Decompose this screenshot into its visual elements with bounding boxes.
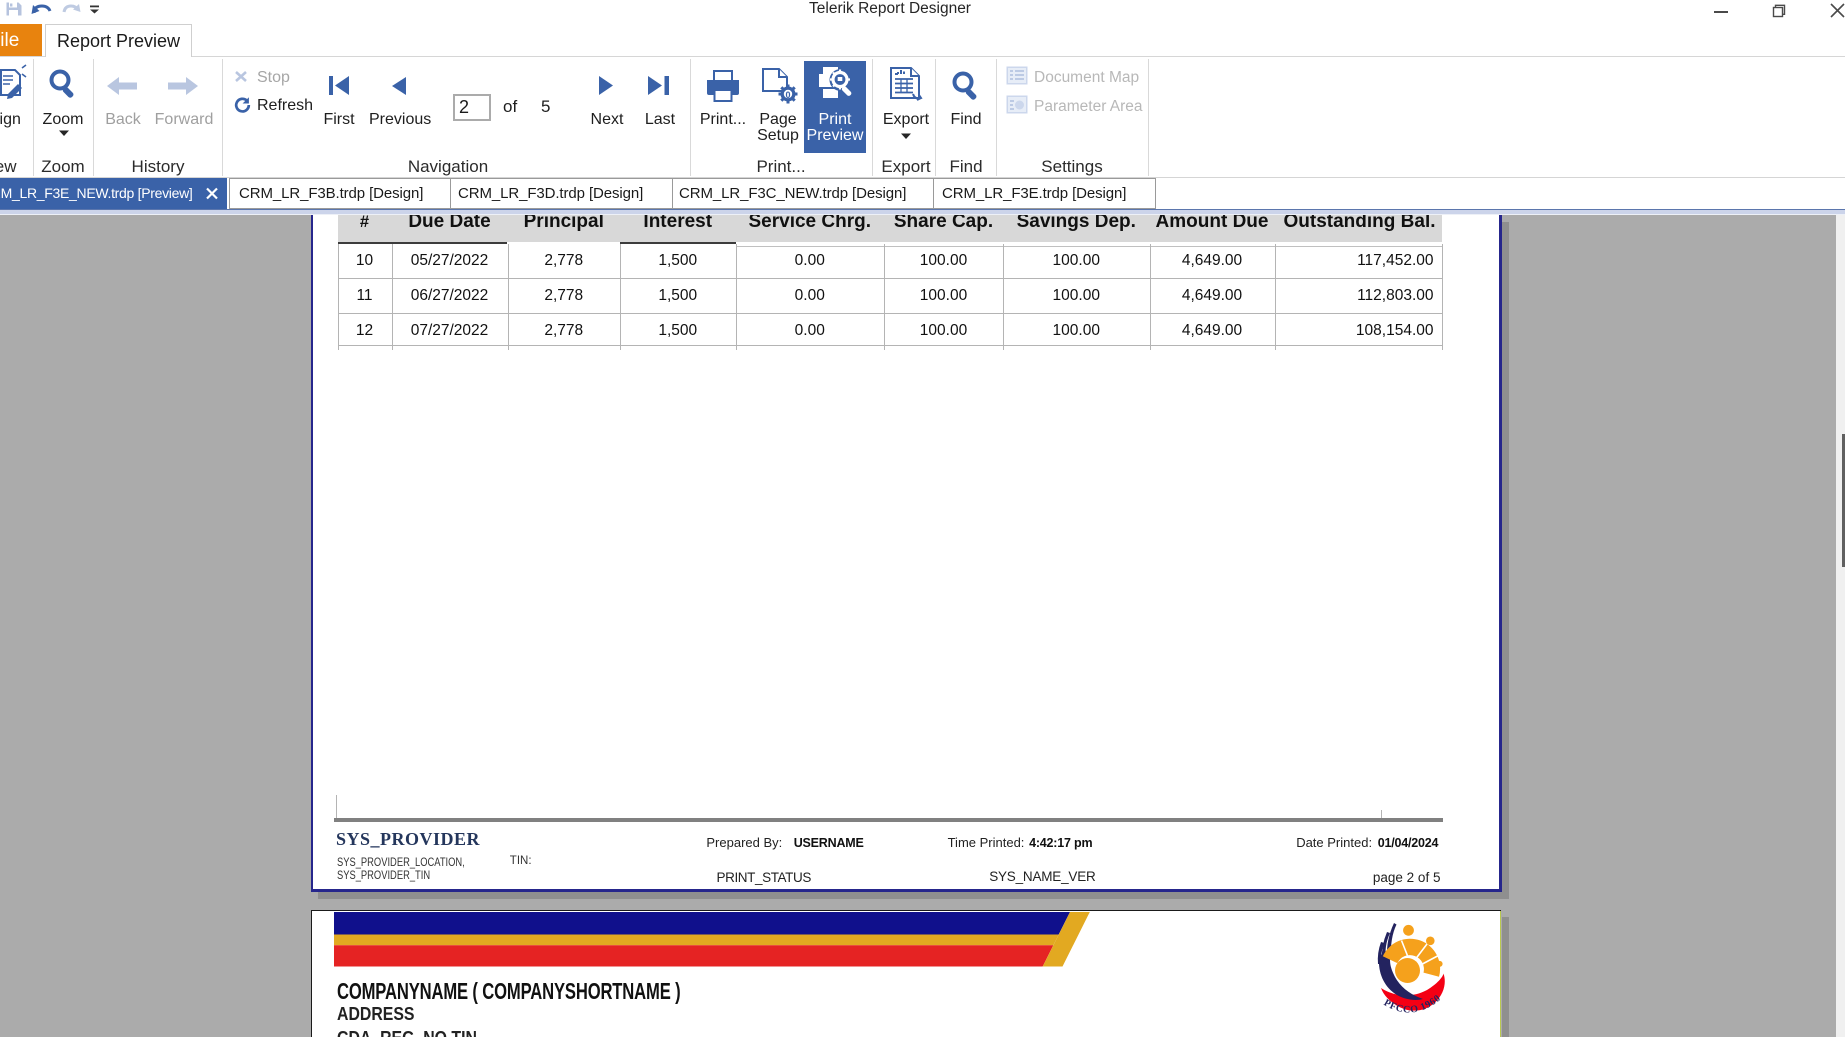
svg-text:0: 0	[785, 90, 790, 100]
